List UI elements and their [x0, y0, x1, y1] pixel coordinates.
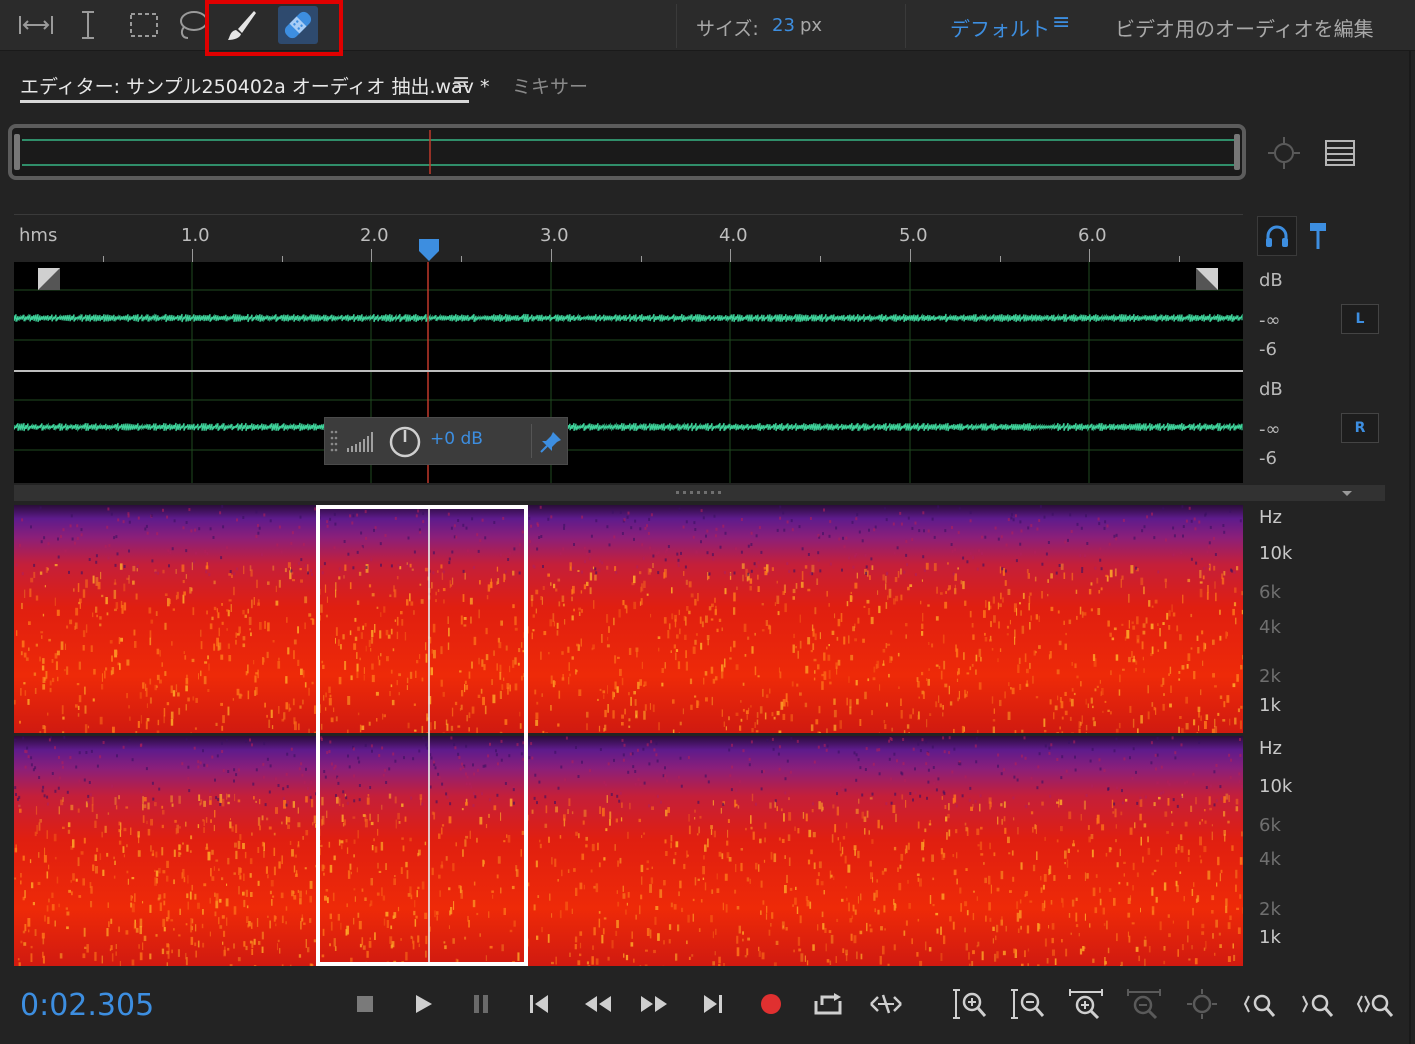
skip-to-end-button[interactable] [693, 986, 733, 1022]
zoom-selection-icon[interactable] [1356, 986, 1396, 1022]
tab-editor[interactable]: エディター: サンプル250402a オーディオ 抽出.wav * [20, 72, 489, 99]
right-channel-toggle[interactable]: R [1341, 413, 1379, 443]
amplitude-scale: dB -∞ -6 dB -∞ -6 L R [1243, 262, 1387, 483]
active-tab-underline [20, 100, 469, 103]
zoom-to-selection-icon[interactable] [1265, 135, 1303, 178]
fade-in-handle-icon[interactable] [38, 268, 60, 290]
hud-pin-icon[interactable] [539, 430, 563, 454]
ruler-label: 1.0 [181, 225, 210, 246]
zoom-out-point-icon[interactable] [1298, 986, 1338, 1022]
spectrogram-left-channel[interactable] [14, 505, 1243, 733]
channel-divider [14, 370, 1243, 372]
ruler-label: 4.0 [719, 225, 748, 246]
toolbar-divider [905, 4, 906, 48]
volume-bars-icon [347, 432, 373, 452]
zoom-in-point-icon[interactable] [1240, 986, 1280, 1022]
db-neg-inf-left: -∞ [1259, 310, 1281, 331]
hud-drag-grip-icon[interactable] [329, 428, 339, 456]
workspace-menu-icon[interactable]: ≡ [1052, 10, 1070, 35]
fade-out-handle-icon[interactable] [1196, 268, 1218, 290]
db-unit-right: dB [1259, 379, 1283, 400]
hz-label: 4k [1259, 617, 1281, 638]
current-time-display[interactable]: 0:02.305 [20, 988, 154, 1023]
time-ruler[interactable]: hms 1.0 2.0 3.0 4.0 5.0 6.0 [14, 214, 1243, 263]
ruler-label: 2.0 [360, 225, 389, 246]
overview-waveform [22, 130, 1234, 174]
rewind-button[interactable] [578, 986, 618, 1022]
frequency-scale-left: Hz 10k 6k 4k 2k 1k [1243, 505, 1387, 733]
zoom-in-time-icon[interactable] [1066, 986, 1106, 1022]
tool-highlight-box [205, 0, 343, 56]
brush-size-unit: px [800, 15, 823, 36]
hz-label: 1k [1259, 927, 1281, 948]
workspace-default-tab[interactable]: デフォルト [950, 13, 1050, 42]
brush-size-value[interactable]: 23 [772, 15, 795, 36]
spectrogram-right-canvas [14, 736, 1243, 966]
hz-label: 6k [1259, 815, 1281, 836]
splitter-grip-icon [676, 491, 721, 494]
panel-menu-icon[interactable]: ≡ [452, 70, 470, 95]
highlight-selection-box [316, 505, 528, 966]
overview-navigator[interactable] [8, 124, 1246, 180]
ruler-label: 3.0 [540, 225, 569, 246]
volume-hud[interactable]: +0 dB [324, 417, 568, 465]
db-minus-six-right: -6 [1259, 448, 1277, 469]
panel-edge [1409, 50, 1411, 1044]
hz-label: 10k [1259, 543, 1293, 564]
splitter-collapse-icon[interactable] [1340, 489, 1354, 497]
ruler-label: 6.0 [1078, 225, 1107, 246]
volume-knob-icon[interactable] [387, 424, 423, 460]
left-channel-toggle[interactable]: L [1341, 304, 1379, 334]
db-neg-inf-right: -∞ [1259, 419, 1281, 440]
hz-unit: Hz [1259, 507, 1282, 528]
view-splitter[interactable] [14, 485, 1385, 501]
workspace-video-tab[interactable]: ビデオ用のオーディオを編集 [1115, 13, 1374, 42]
hz-label: 4k [1259, 849, 1281, 870]
record-button[interactable] [751, 986, 791, 1022]
zoom-out-time-icon[interactable] [1124, 986, 1164, 1022]
zoom-out-full-icon[interactable] [1182, 986, 1222, 1022]
playhead-marker-icon[interactable] [417, 237, 441, 263]
loop-playback-button[interactable] [808, 986, 848, 1022]
zoom-in-amplitude-icon[interactable] [950, 986, 990, 1022]
skip-selection-button[interactable] [866, 986, 906, 1022]
volume-value[interactable]: +0 dB [430, 429, 483, 449]
fast-forward-button[interactable] [634, 986, 674, 1022]
headphones-icon[interactable] [1257, 216, 1297, 256]
db-unit-left: dB [1259, 270, 1283, 291]
ruler-unit: hms [19, 225, 58, 246]
hz-label: 6k [1259, 582, 1281, 603]
text-cursor-icon[interactable] [68, 6, 108, 44]
hz-label: 1k [1259, 695, 1281, 716]
hz-label: 2k [1259, 666, 1281, 687]
toolbar-divider [676, 4, 677, 48]
zoom-out-amplitude-icon[interactable] [1008, 986, 1048, 1022]
stop-button[interactable] [345, 986, 385, 1022]
list-view-icon[interactable] [1324, 138, 1356, 173]
tab-mixer[interactable]: ミキサー [512, 72, 588, 99]
hz-unit: Hz [1259, 738, 1282, 759]
pause-button[interactable] [461, 986, 501, 1022]
frequency-scale-right: Hz 10k 6k 4k 2k 1k [1243, 736, 1387, 966]
top-toolbar: サイズ: 23 px デフォルト ≡ ビデオ用のオーディオを編集 [0, 0, 1415, 56]
hz-label: 10k [1259, 776, 1293, 797]
waveform-display[interactable] [14, 262, 1243, 483]
marquee-selection-icon[interactable] [124, 6, 164, 44]
spectrogram-right-channel[interactable] [14, 736, 1243, 966]
play-button[interactable] [403, 986, 443, 1022]
brush-size-label: サイズ: [696, 18, 759, 40]
spectrogram-left-canvas [14, 505, 1243, 733]
time-selection-icon[interactable] [16, 6, 56, 44]
waveform-canvas [14, 262, 1243, 483]
skip-to-start-button[interactable] [519, 986, 559, 1022]
pin-marker-icon[interactable] [1299, 216, 1337, 256]
db-minus-six-left: -6 [1259, 339, 1277, 360]
ruler-label: 5.0 [899, 225, 928, 246]
hz-label: 2k [1259, 899, 1281, 920]
